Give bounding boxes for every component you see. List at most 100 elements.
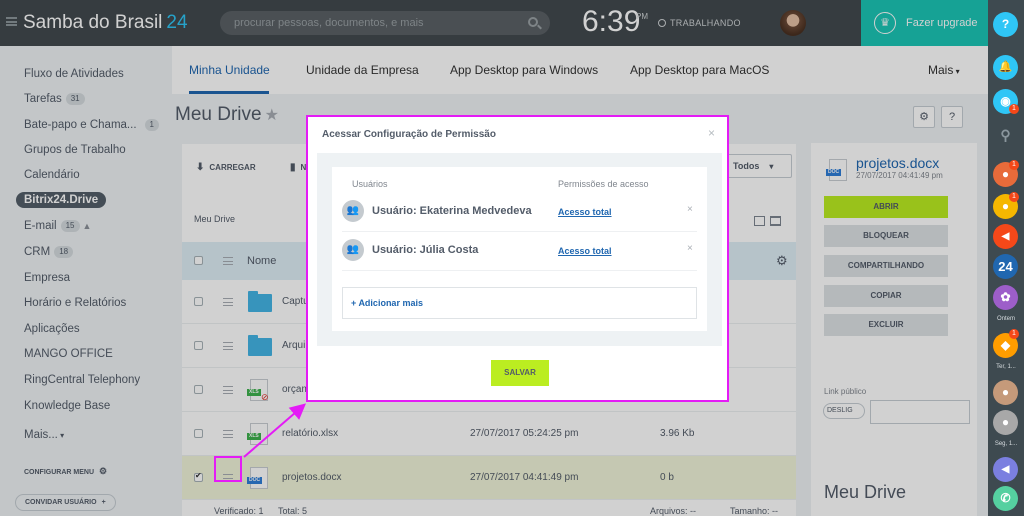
add-more-link[interactable]: + Adicionar mais: [351, 298, 423, 308]
sidebar-item-knowledge[interactable]: Knowledge Base: [24, 400, 110, 412]
sidebar-item-chat[interactable]: Bate-papo e Chama... 1: [24, 119, 159, 131]
permission-link[interactable]: Acesso total: [558, 246, 612, 256]
sidebar-item-activity[interactable]: Fluxo de Atividades: [24, 68, 124, 80]
sidebar-item-drive[interactable]: Bitrix24.Drive: [16, 192, 107, 208]
group-icon[interactable]: ✿: [993, 285, 1018, 310]
row-checkbox[interactable]: [194, 341, 203, 350]
sidebar-item-time[interactable]: Horário e Relatórios: [24, 297, 126, 309]
chevron-down-icon: ▾: [57, 431, 65, 440]
row-checkbox[interactable]: [194, 297, 203, 306]
file-date: 27/07/2017 04:41:49 pm: [470, 472, 579, 483]
remove-icon[interactable]: ×: [687, 204, 693, 215]
row-menu-icon[interactable]: [223, 430, 233, 438]
sidebar-item-company[interactable]: Empresa: [24, 272, 70, 284]
column-name[interactable]: Nome: [247, 255, 276, 267]
star-icon[interactable]: ★: [265, 107, 279, 124]
tab-desktop-macos[interactable]: App Desktop para MacOS: [630, 63, 769, 77]
sidebar-item-email[interactable]: E-mail 15 ▲: [24, 220, 91, 232]
sidebar-item-label: Knowledge Base: [24, 400, 111, 412]
detail-filename[interactable]: projetos.docx: [856, 155, 939, 171]
label-seg: Seg, 1...: [994, 441, 1018, 447]
megaphone-icon[interactable]: ◀: [993, 224, 1018, 249]
select-all-checkbox[interactable]: [194, 256, 203, 265]
file-name[interactable]: Captu: [282, 296, 309, 307]
help-icon[interactable]: ?: [993, 12, 1018, 37]
new-button[interactable]: ▮ N: [290, 162, 306, 173]
file-size: 0 b: [660, 472, 674, 483]
tab-my-drive[interactable]: Minha Unidade: [189, 63, 270, 77]
work-status[interactable]: TRABALHANDO: [658, 18, 741, 28]
label-ontem: Ontem: [996, 316, 1015, 322]
count-badge: 18: [54, 246, 74, 258]
settings-button[interactable]: ⚙: [913, 106, 935, 128]
bell-icon[interactable]: 🔔: [993, 55, 1018, 80]
menu-icon[interactable]: [223, 257, 233, 265]
sidebar-item-apps[interactable]: Aplicações: [24, 323, 80, 335]
public-link-field[interactable]: [870, 400, 970, 424]
table-row[interactable]: DOC projetos.docx 27/07/2017 04:41:49 pm…: [182, 456, 796, 500]
gear-icon[interactable]: ⚙: [776, 253, 788, 269]
phone-icon[interactable]: ✆: [993, 486, 1018, 511]
sidebar-item-crm[interactable]: CRM 18: [24, 246, 74, 258]
count-badge: 1: [144, 119, 159, 131]
search-icon[interactable]: [528, 17, 538, 27]
public-link-toggle[interactable]: DESLIG: [823, 403, 865, 419]
user-avatar[interactable]: [780, 10, 806, 36]
download-icon: ⬇: [196, 162, 205, 173]
sidebar-item-ringcentral[interactable]: RingCentral Telephony: [24, 374, 140, 386]
upgrade-button[interactable]: ♛ Fazer upgrade: [861, 0, 988, 46]
configure-menu-button[interactable]: CONFIGURAR MENU ⚙: [24, 466, 107, 477]
row-menu-icon[interactable]: [223, 342, 233, 350]
file-type-tag: XLS: [247, 389, 261, 396]
row-checkbox[interactable]: [194, 385, 203, 394]
permission-link[interactable]: Acesso total: [558, 207, 612, 217]
sidebar-item-mango[interactable]: MANGO OFFICE: [24, 348, 113, 360]
remove-icon[interactable]: ×: [687, 243, 693, 254]
question-icon: ?: [948, 111, 956, 123]
contact-avatar-5[interactable]: ●: [993, 410, 1018, 435]
brand-logo[interactable]: Samba do Brasil 24: [23, 12, 188, 34]
copy-button[interactable]: COPIAR: [824, 285, 948, 307]
breadcrumb[interactable]: Meu Drive: [194, 214, 235, 224]
tab-company-drive[interactable]: Unidade da Empresa: [306, 63, 419, 77]
clock-time[interactable]: 6:39: [582, 5, 640, 39]
list-view-icon[interactable]: [770, 216, 781, 226]
share-button[interactable]: COMPARTILHANDO: [824, 255, 948, 277]
highlight-row-menu: [214, 456, 242, 482]
save-button[interactable]: SALVAR: [491, 360, 549, 386]
search-input[interactable]: [220, 11, 550, 35]
column-permissions: Permissões de acesso: [558, 179, 649, 189]
megaphone-icon-2[interactable]: ◀: [993, 457, 1018, 482]
sidebar-item-tasks[interactable]: Tarefas 31: [24, 93, 85, 105]
search-icon[interactable]: ⚲: [993, 123, 1018, 148]
footer-size: Tamanho: --: [730, 506, 779, 516]
invite-user-button[interactable]: CONVIDAR USUÁRIO +: [15, 494, 116, 511]
sidebar-item-workgroups[interactable]: Grupos de Trabalho: [24, 144, 126, 156]
table-row[interactable]: XLS relatório.xlsx 27/07/2017 05:24:25 p…: [182, 412, 796, 456]
sidebar-item-calendar[interactable]: Calendário: [24, 169, 80, 181]
delete-button[interactable]: EXCLUIR: [824, 314, 948, 336]
grid-view-icon[interactable]: [754, 216, 765, 226]
contact-avatar-4[interactable]: ●: [993, 380, 1018, 405]
row-checkbox[interactable]: [194, 429, 203, 438]
close-icon[interactable]: ×: [708, 126, 715, 140]
row-menu-icon[interactable]: [223, 386, 233, 394]
row-menu-icon[interactable]: [223, 298, 233, 306]
menu-icon[interactable]: [6, 17, 17, 26]
tab-more[interactable]: Mais ▾: [928, 63, 960, 77]
help-button[interactable]: ?: [941, 106, 963, 128]
file-name[interactable]: projetos.docx: [282, 472, 341, 483]
open-button[interactable]: ABRIR: [824, 196, 948, 218]
tab-desktop-windows[interactable]: App Desktop para Windows: [450, 63, 598, 77]
lock-button[interactable]: BLOQUEAR: [824, 225, 948, 247]
row-checkbox[interactable]: [194, 471, 203, 482]
bitrix24-icon[interactable]: 24: [993, 254, 1018, 279]
folder-icon: [248, 291, 272, 312]
file-name[interactable]: Arqui: [282, 340, 305, 351]
filter-dropdown[interactable]: Todos ▾: [726, 154, 792, 178]
file-type-tag: XLS: [247, 433, 261, 440]
file-name[interactable]: relatório.xlsx: [282, 428, 338, 439]
upload-button[interactable]: ⬇ CARREGAR: [196, 162, 256, 173]
sidebar-item-more[interactable]: Mais... ▾: [24, 429, 64, 441]
column-users: Usuários: [352, 179, 388, 189]
